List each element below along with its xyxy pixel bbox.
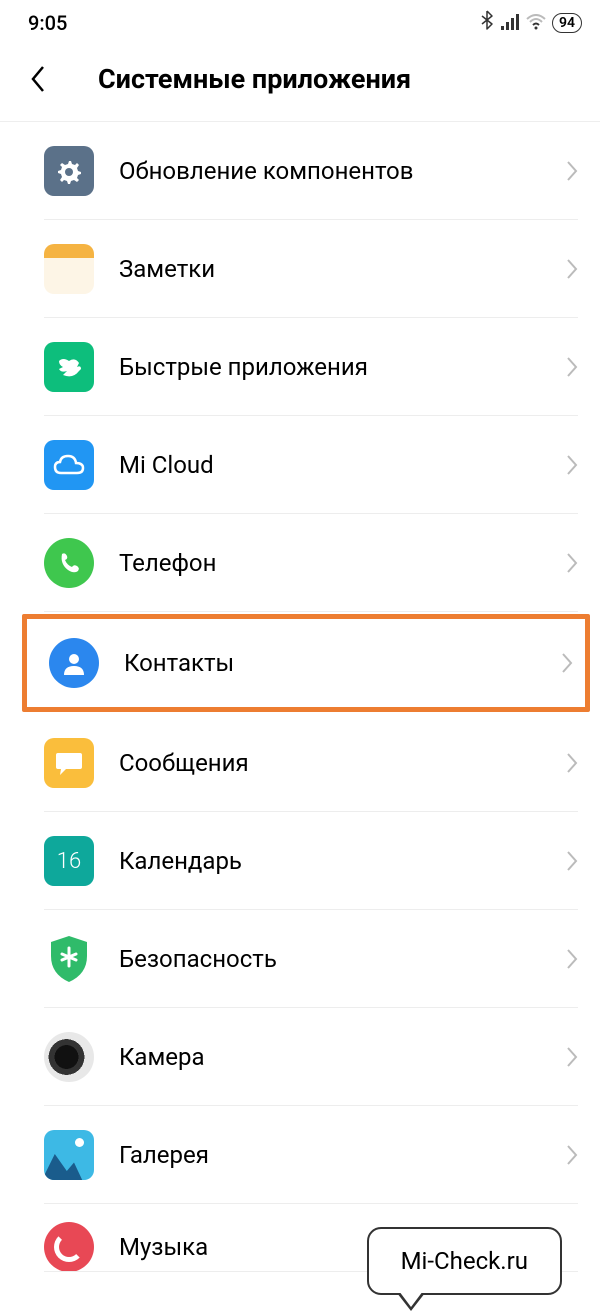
app-list: Обновление компонентов Заметки Быстрые п…	[0, 122, 600, 1272]
list-item-notes[interactable]: Заметки	[0, 220, 600, 318]
battery-indicator: 94	[552, 13, 582, 33]
list-item-quickapps[interactable]: Быстрые приложения	[0, 318, 600, 416]
list-item-gallery[interactable]: Галерея	[0, 1106, 600, 1204]
calendar-icon: 16	[44, 836, 94, 886]
wifi-icon	[526, 11, 546, 35]
gear-icon	[44, 146, 94, 196]
item-label: Контакты	[124, 649, 561, 677]
chevron-right-icon	[566, 454, 578, 476]
list-item-updates[interactable]: Обновление компонентов	[0, 122, 600, 220]
list-item-contacts[interactable]: Контакты	[22, 614, 590, 712]
status-indicators: 94	[480, 10, 582, 35]
list-item-security[interactable]: Безопасность	[0, 910, 600, 1008]
tooltip-text: Mi-Check.ru	[401, 1247, 528, 1275]
item-label: Телефон	[119, 549, 566, 577]
chevron-right-icon	[566, 850, 578, 872]
chevron-right-icon	[566, 258, 578, 280]
shield-icon	[44, 934, 94, 984]
item-label: Камера	[119, 1043, 566, 1071]
chevron-right-icon	[561, 652, 573, 674]
cloud-icon	[44, 440, 94, 490]
camera-icon	[44, 1032, 94, 1082]
person-icon	[49, 638, 99, 688]
list-item-calendar[interactable]: 16 Календарь	[0, 812, 600, 910]
list-item-camera[interactable]: Камера	[0, 1008, 600, 1106]
item-label: Заметки	[119, 255, 566, 283]
item-label: Mi Cloud	[119, 451, 566, 479]
item-label: Быстрые приложения	[119, 353, 566, 381]
signal-icon	[500, 11, 520, 35]
chevron-right-icon	[566, 356, 578, 378]
message-icon	[44, 738, 94, 788]
item-label: Обновление компонентов	[119, 157, 566, 185]
phone-icon	[44, 538, 94, 588]
list-item-messages[interactable]: Сообщения	[0, 714, 600, 812]
gallery-icon	[44, 1130, 94, 1180]
back-button[interactable]	[18, 59, 58, 99]
notes-icon	[44, 244, 94, 294]
item-label: Календарь	[119, 847, 566, 875]
tooltip-callout: Mi-Check.ru	[367, 1227, 562, 1295]
page-title: Системные приложения	[98, 63, 411, 95]
chevron-left-icon	[29, 64, 47, 94]
bluetooth-icon	[480, 10, 494, 35]
status-bar: 9:05 94	[0, 0, 600, 43]
page-header: Системные приложения	[0, 43, 600, 121]
chevron-right-icon	[566, 1046, 578, 1068]
list-item-phone[interactable]: Телефон	[0, 514, 600, 612]
music-icon	[44, 1222, 94, 1272]
chevron-right-icon	[566, 1144, 578, 1166]
bird-icon	[44, 342, 94, 392]
item-label: Безопасность	[119, 945, 566, 973]
calendar-day: 16	[57, 849, 81, 874]
chevron-right-icon	[566, 948, 578, 970]
item-label: Сообщения	[119, 749, 566, 777]
status-time: 9:05	[28, 11, 67, 35]
item-label: Галерея	[119, 1141, 566, 1169]
chevron-right-icon	[566, 752, 578, 774]
chevron-right-icon	[566, 552, 578, 574]
chevron-right-icon	[566, 160, 578, 182]
list-item-micloud[interactable]: Mi Cloud	[0, 416, 600, 514]
